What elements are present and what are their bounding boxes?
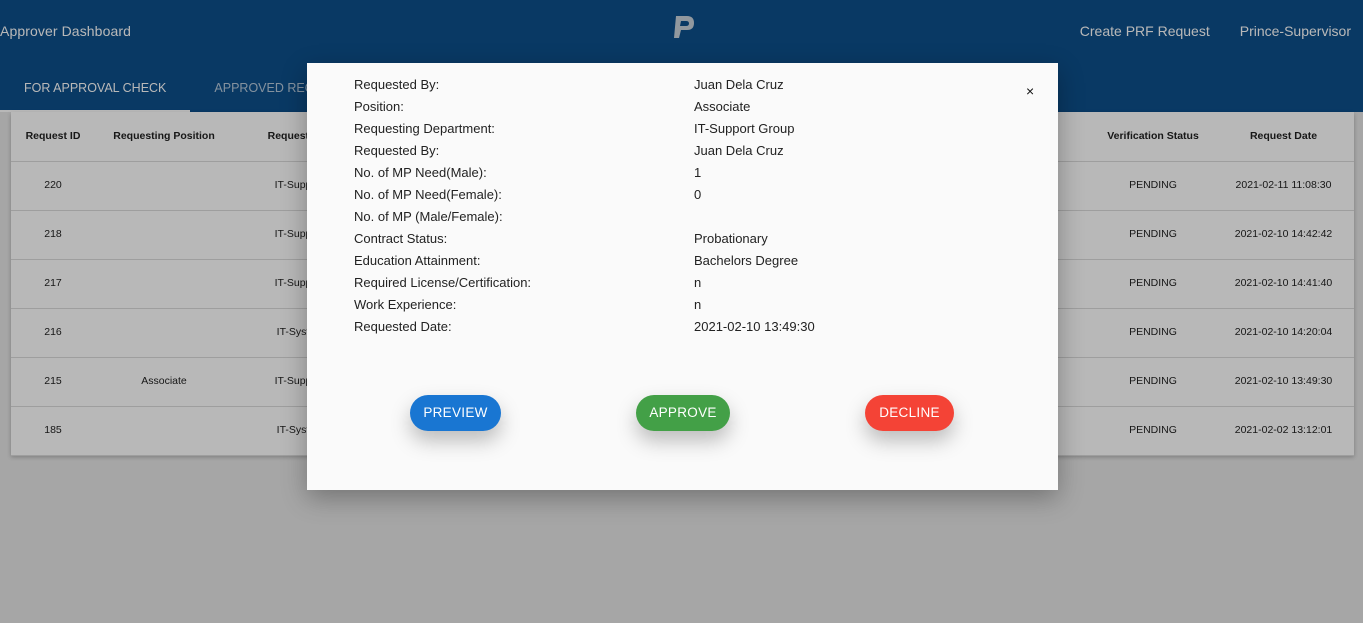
detail-row: Position: Associate xyxy=(354,97,954,119)
decline-button[interactable]: DECLINE xyxy=(865,395,954,431)
detail-value: Juan Dela Cruz xyxy=(694,77,784,92)
detail-value: n xyxy=(694,297,702,312)
preview-button[interactable]: PREVIEW xyxy=(410,395,501,431)
detail-row: Required License/Certification: n xyxy=(354,273,954,295)
detail-label: Position: xyxy=(354,99,404,114)
detail-row: Work Experience: n xyxy=(354,295,954,317)
close-icon[interactable]: × xyxy=(1026,83,1034,99)
request-details: Requested By: Juan Dela Cruz Position: A… xyxy=(354,75,954,339)
detail-value: Probationary xyxy=(694,231,768,246)
detail-row: No. of MP Need(Male): 1 xyxy=(354,163,954,185)
detail-row: Requested Date: 2021-02-10 13:49:30 xyxy=(354,317,954,339)
request-details-dialog: × Requested By: Juan Dela Cruz Position:… xyxy=(307,63,1058,490)
detail-value: Juan Dela Cruz xyxy=(694,143,784,158)
detail-value: 2021-02-10 13:49:30 xyxy=(694,319,815,334)
detail-value: 1 xyxy=(694,165,702,180)
detail-value: n xyxy=(694,275,702,290)
detail-row: Requested By: Juan Dela Cruz xyxy=(354,141,954,163)
detail-row: Contract Status: Probationary xyxy=(354,229,954,251)
detail-label: Requested Date: xyxy=(354,319,452,334)
detail-label: Requested By: xyxy=(354,143,440,158)
detail-label: Required License/Certification: xyxy=(354,275,532,290)
detail-row: Education Attainment: Bachelors Degree xyxy=(354,251,954,273)
approve-button[interactable]: APPROVE xyxy=(636,395,730,431)
detail-row: Requesting Department: IT-Support Group xyxy=(354,119,954,141)
detail-label: Requested By: xyxy=(354,77,440,92)
detail-value: Associate xyxy=(694,99,751,114)
detail-value: Bachelors Degree xyxy=(694,253,799,268)
detail-value: 0 xyxy=(694,187,702,202)
detail-label: Requesting Department: xyxy=(354,121,495,136)
detail-label: No. of MP (Male/Female): xyxy=(354,209,503,224)
detail-label: Work Experience: xyxy=(354,297,457,312)
detail-row: Requested By: Juan Dela Cruz xyxy=(354,75,954,97)
detail-label: No. of MP Need(Female): xyxy=(354,187,502,202)
detail-value: IT-Support Group xyxy=(694,121,795,136)
detail-row: No. of MP Need(Female): 0 xyxy=(354,185,954,207)
detail-label: Education Attainment: xyxy=(354,253,481,268)
detail-row: No. of MP (Male/Female): xyxy=(354,207,954,229)
detail-label: No. of MP Need(Male): xyxy=(354,165,487,180)
detail-label: Contract Status: xyxy=(354,231,448,246)
